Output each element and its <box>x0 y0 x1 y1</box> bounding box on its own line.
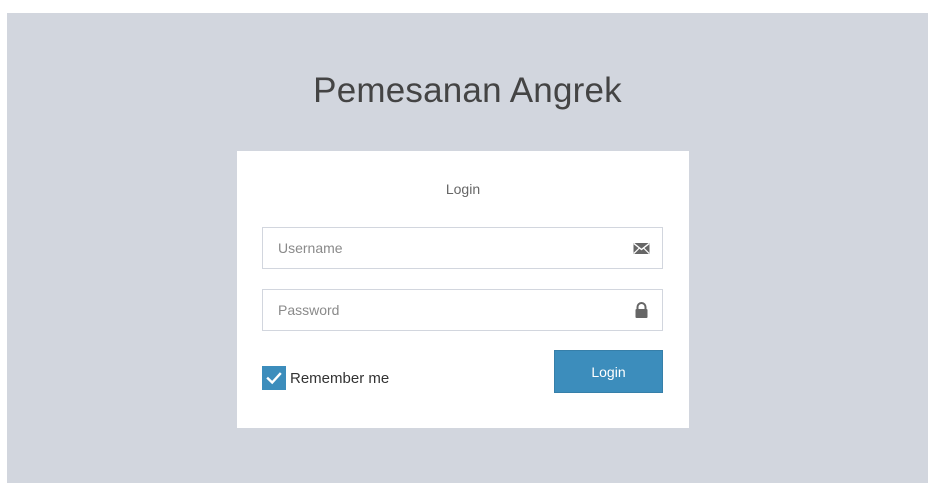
username-input[interactable] <box>263 228 623 268</box>
remember-me-label: Remember me <box>290 369 390 387</box>
password-field-group <box>262 289 663 331</box>
lock-icon <box>633 302 650 318</box>
remember-me-checkbox[interactable] <box>262 366 286 390</box>
checkmark-icon <box>266 372 282 385</box>
username-field-group <box>262 227 663 269</box>
remember-me[interactable]: Remember me <box>262 364 389 392</box>
login-box-message: Login <box>445 181 481 197</box>
login-page: Pemesanan Angrek Login Username Remember… <box>7 13 928 483</box>
page-title: Pemesanan Angrek <box>313 71 622 110</box>
envelope-icon <box>633 240 650 256</box>
password-input[interactable] <box>263 290 623 330</box>
login-box: Login Username Remember me Login <box>237 151 689 428</box>
login-button[interactable]: Login <box>554 350 663 393</box>
